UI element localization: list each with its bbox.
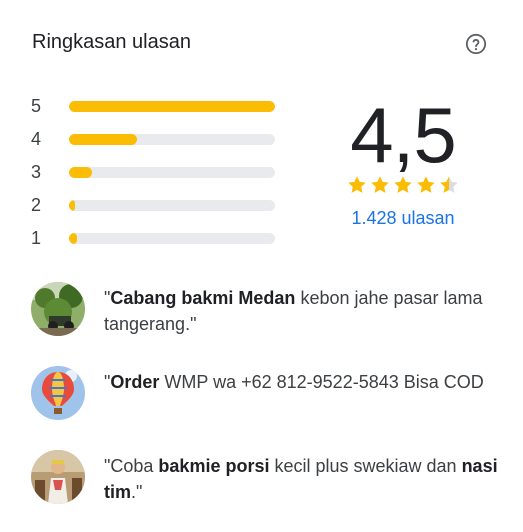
review-snippet[interactable]: "Coba bakmie porsi kecil plus swekiaw da…: [31, 448, 501, 532]
highlighted-term: bakmie porsi: [158, 456, 270, 476]
review-count-link[interactable]: 1.428 ulasan: [338, 208, 468, 229]
quote-text: kecil plus swekiaw dan: [269, 456, 462, 476]
highlighted-term: Cabang bakmi Medan: [110, 288, 296, 308]
highlighted-term: Order: [110, 372, 160, 392]
rating-distribution: 5 4 3 2 1: [31, 90, 281, 255]
rating-bar-5[interactable]: 5: [31, 90, 281, 123]
rating-bar-track: [69, 134, 275, 145]
star-half-icon: [440, 176, 458, 193]
rating-bar-label: 2: [31, 195, 42, 215]
rating-bar-fill: [69, 167, 92, 178]
rating-bar-fill: [69, 233, 78, 244]
rating-bar-fill: [69, 134, 137, 145]
rating-bar-track: [69, 167, 275, 178]
avatar-person-outdoors[interactable]: [31, 450, 85, 504]
rating-bar-label: 5: [31, 96, 42, 116]
rating-bar-4[interactable]: 4: [31, 123, 281, 156]
rating-summary: 4,5 1.428 ulasan: [338, 92, 468, 229]
review-quote: "Cabang bakmi Medan kebon jahe pasar lam…: [104, 285, 504, 337]
rating-bar-track: [69, 200, 275, 211]
help-circle-icon[interactable]: [465, 33, 487, 55]
rating-bar-track: [69, 101, 275, 112]
rating-bar-fill: [69, 101, 275, 112]
panel-title: Ringkasan ulasan: [32, 31, 191, 53]
rating-bar-fill: [69, 200, 76, 211]
quote-text: WMP wa +62 812-9522-5843 Bisa COD: [159, 372, 484, 392]
quote-text: "Coba: [104, 456, 159, 476]
rating-bar-label: 1: [31, 228, 42, 248]
avatar-hot-air-balloon[interactable]: [31, 366, 85, 420]
star-filled-icon: [348, 176, 366, 193]
star-filled-icon: [394, 176, 412, 193]
rating-bar-label: 4: [31, 129, 42, 149]
rating-bar-2[interactable]: 2: [31, 189, 281, 222]
review-summary-panel: Ringkasan ulasan 54321 4,5 1.428 ulasan …: [0, 0, 523, 523]
rating-bar-3[interactable]: 3: [31, 156, 281, 189]
review-snippet[interactable]: "Order WMP wa +62 812-9522-5843 Bisa COD: [31, 364, 501, 448]
rating-bar-track: [69, 233, 275, 244]
star-filled-icon: [417, 176, 435, 193]
rating-bar-1[interactable]: 1: [31, 222, 281, 255]
star-rating: [338, 174, 468, 196]
review-quote: "Order WMP wa +62 812-9522-5843 Bisa COD: [104, 369, 504, 395]
avatar-outdoor-plants[interactable]: [31, 282, 85, 336]
review-quote: "Coba bakmie porsi kecil plus swekiaw da…: [104, 453, 504, 505]
review-snippet[interactable]: "Cabang bakmi Medan kebon jahe pasar lam…: [31, 280, 501, 364]
rating-bar-label: 3: [31, 162, 42, 182]
star-filled-icon: [371, 176, 389, 193]
quote-text: .": [131, 482, 143, 502]
review-highlights: "Cabang bakmi Medan kebon jahe pasar lam…: [31, 280, 501, 532]
average-rating: 4,5: [350, 91, 456, 179]
